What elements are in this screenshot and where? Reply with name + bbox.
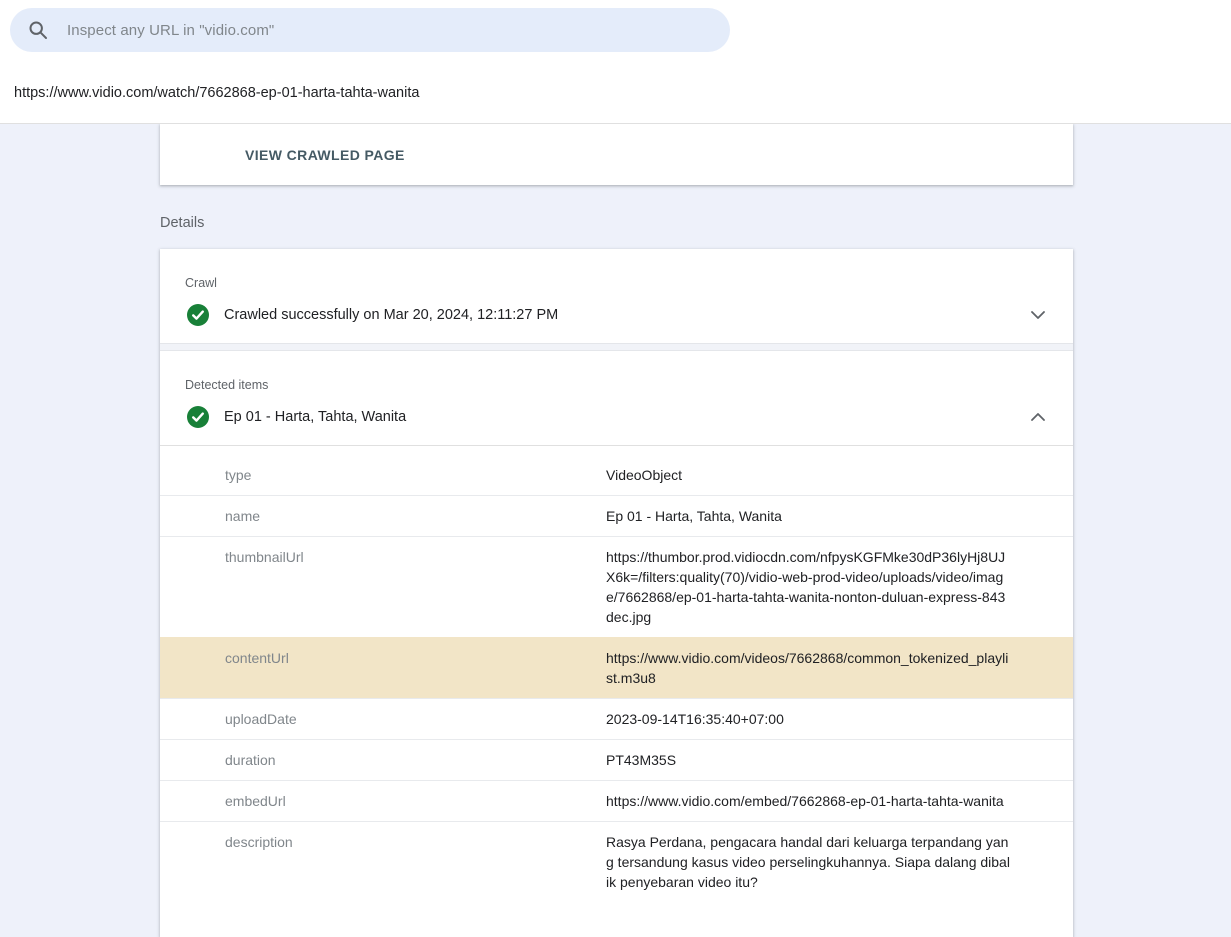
crawl-status-row[interactable]: Crawled successfully on Mar 20, 2024, 12… [160, 290, 1073, 343]
chevron-down-icon[interactable] [1031, 311, 1045, 319]
property-key: type [225, 465, 606, 485]
property-row[interactable]: embedUrl https://www.vidio.com/embed/766… [160, 780, 1073, 821]
property-value: Ep 01 - Harta, Tahta, Wanita [606, 506, 1010, 526]
check-circle-icon [187, 304, 209, 326]
detected-item-title: Ep 01 - Harta, Tahta, Wanita [224, 409, 1031, 425]
search-icon [28, 20, 48, 40]
property-key: name [225, 506, 606, 526]
property-row[interactable]: contentUrl https://www.vidio.com/videos/… [160, 637, 1073, 698]
detected-items-section: Detected items Ep 01 - Harta, Tahta, Wan… [160, 351, 1073, 902]
main-content: VIEW CRAWLED PAGE Details Crawl Crawled … [160, 124, 1073, 937]
crawl-section: Crawl Crawled successfully on Mar 20, 20… [160, 249, 1073, 343]
detected-item-properties-table: type VideoObject name Ep 01 - Harta, Tah… [160, 445, 1073, 902]
chevron-up-icon[interactable] [1031, 413, 1045, 421]
details-heading: Details [160, 215, 1073, 231]
crawl-section-label: Crawl [160, 249, 1073, 290]
crawl-status-text: Crawled successfully on Mar 20, 2024, 12… [224, 307, 1031, 323]
property-key: thumbnailUrl [225, 547, 606, 627]
search-placeholder: Inspect any URL in "vidio.com" [67, 22, 274, 39]
property-key: uploadDate [225, 709, 606, 729]
property-row[interactable]: type VideoObject [160, 446, 1073, 495]
detected-item-row[interactable]: Ep 01 - Harta, Tahta, Wanita [160, 392, 1073, 445]
property-row[interactable]: description Rasya Perdana, pengacara han… [160, 821, 1073, 902]
url-inspection-search-bar[interactable]: Inspect any URL in "vidio.com" [10, 8, 730, 52]
property-key: description [225, 832, 606, 892]
header: Inspect any URL in "vidio.com" https://w… [0, 0, 1231, 124]
property-row[interactable]: name Ep 01 - Harta, Tahta, Wanita [160, 495, 1073, 536]
property-value: VideoObject [606, 465, 1010, 485]
property-row[interactable]: thumbnailUrl https://thumbor.prod.vidioc… [160, 536, 1073, 637]
actions-card: VIEW CRAWLED PAGE [160, 124, 1073, 185]
property-row[interactable]: uploadDate 2023-09-14T16:35:40+07:00 [160, 698, 1073, 739]
section-divider [160, 343, 1073, 351]
property-value: 2023-09-14T16:35:40+07:00 [606, 709, 1010, 729]
check-circle-icon [187, 406, 209, 428]
property-value: https://www.vidio.com/embed/7662868-ep-0… [606, 791, 1010, 811]
details-card: Crawl Crawled successfully on Mar 20, 20… [160, 249, 1073, 937]
property-key: contentUrl [225, 648, 606, 688]
detected-items-section-label: Detected items [160, 351, 1073, 392]
view-crawled-page-button[interactable]: VIEW CRAWLED PAGE [245, 139, 405, 171]
property-value: https://www.vidio.com/videos/7662868/com… [606, 648, 1010, 688]
property-value: Rasya Perdana, pengacara handal dari kel… [606, 832, 1010, 892]
inspected-url: https://www.vidio.com/watch/7662868-ep-0… [14, 85, 419, 101]
property-row[interactable]: duration PT43M35S [160, 739, 1073, 780]
property-key: embedUrl [225, 791, 606, 811]
property-key: duration [225, 750, 606, 770]
property-value: PT43M35S [606, 750, 1010, 770]
property-value: https://thumbor.prod.vidiocdn.com/nfpysK… [606, 547, 1010, 627]
